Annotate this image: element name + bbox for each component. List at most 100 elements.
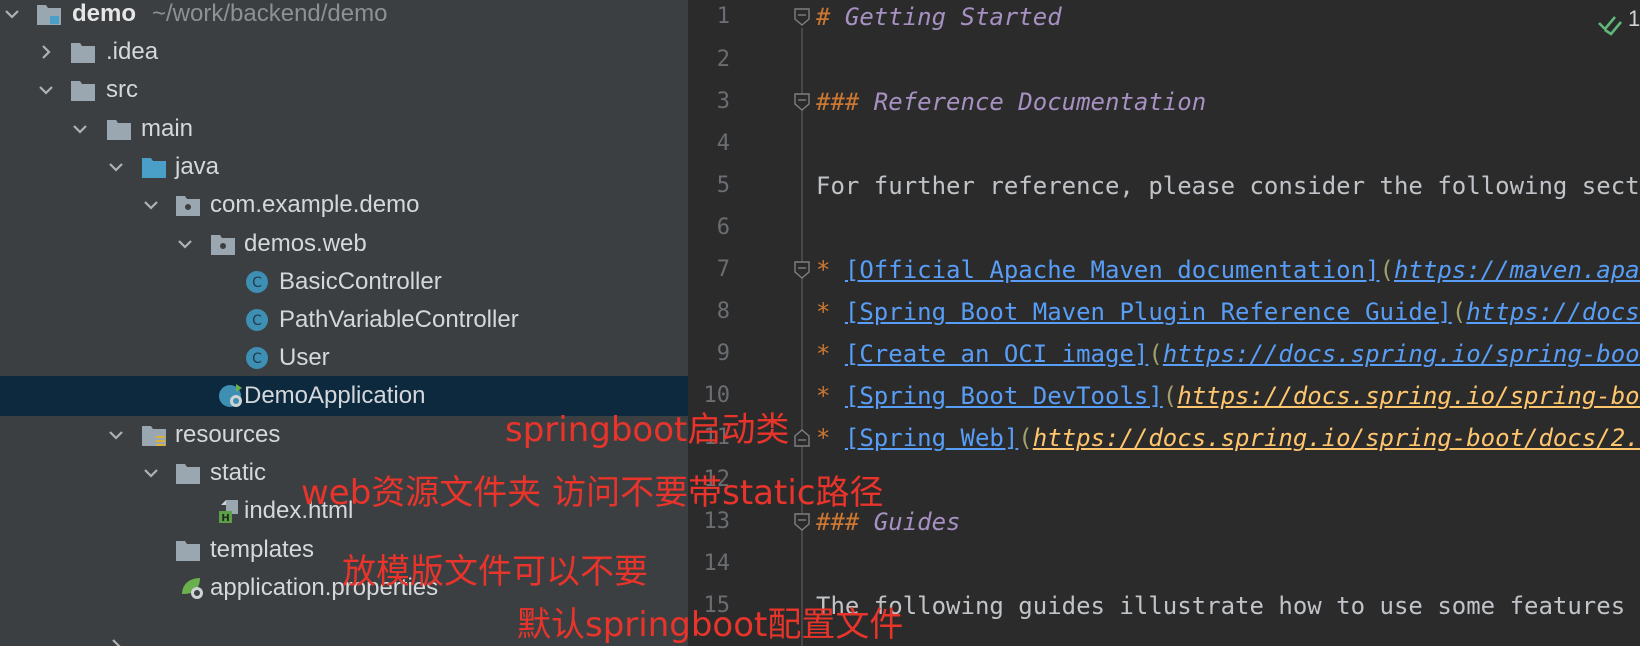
svg-text:C: C: [252, 275, 262, 291]
code-line-8: * [Spring Boot Maven Plugin Reference Gu…: [816, 297, 1640, 327]
tree-item-label: BasicController: [279, 268, 442, 295]
tree-row-class[interactable]: C BasicController: [0, 262, 688, 302]
tree-row-root[interactable]: demo ~/work/backend/demo: [0, 0, 688, 34]
annotation-config-file: 默认springboot配置文件: [517, 605, 904, 645]
line-number: 2: [716, 47, 730, 72]
chevron-right-icon[interactable]: [106, 636, 126, 646]
list-bullet: *: [816, 424, 831, 452]
inspection-count[interactable]: 1: [1628, 6, 1640, 32]
line-number: 1: [716, 4, 730, 29]
fold-toggle-icon[interactable]: [794, 93, 810, 111]
tree-item-label: resources: [175, 421, 281, 448]
chevron-down-icon[interactable]: [2, 4, 22, 24]
tree-item-label: java: [175, 153, 220, 180]
markdown-link-url[interactable]: https://docs.spring.io/spring-boot/docs/…: [1177, 382, 1640, 410]
chevron-down-icon[interactable]: [106, 425, 126, 445]
line-number: 8: [716, 299, 730, 324]
spring-config-icon: [182, 578, 203, 599]
class-icon: C: [246, 347, 268, 369]
tree-item-label: PathVariableController: [279, 306, 519, 333]
tree-row-java[interactable]: java: [0, 147, 688, 187]
markdown-link-text[interactable]: [Spring Boot Maven Plugin Reference Guid…: [845, 298, 1452, 326]
tree-item-label: src: [106, 76, 138, 103]
markdown-link-url[interactable]: https://docs.spring.io/spring-boot/docs/…: [1033, 424, 1640, 452]
tree-item-label: com.example.demo: [210, 191, 420, 218]
tree-item-label: static: [210, 459, 267, 486]
fold-toggle-icon[interactable]: [794, 8, 810, 26]
annotation-templates-folder: 放模版文件可以不要: [342, 552, 648, 592]
chevron-down-icon[interactable]: [141, 463, 161, 483]
source-folder-icon: [142, 158, 166, 178]
annotation-main-class: springboot启动类: [505, 410, 790, 450]
chevron-down-icon[interactable]: [141, 195, 161, 215]
list-bullet: *: [816, 340, 831, 368]
markdown-link-url[interactable]: https://docs.spring.io/spring-boot/docs/…: [1163, 340, 1640, 368]
folder-icon: [176, 464, 200, 484]
class-icon: C: [246, 309, 268, 331]
line-number: 4: [716, 131, 730, 156]
markdown-editor[interactable]: 1 2 3 4 5 6 7 8 9 10 11 12 13 14 15 # Ge…: [688, 0, 1640, 646]
markdown-heading-marker: ###: [816, 88, 860, 116]
tree-row-class[interactable]: C User: [0, 338, 688, 378]
list-bullet: *: [816, 256, 831, 284]
tree-row-main[interactable]: main: [0, 109, 688, 149]
chevron-down-icon[interactable]: [36, 80, 56, 100]
folder-icon: [71, 81, 95, 101]
markdown-paragraph: The following guides illustrate how to u…: [816, 592, 1640, 620]
html-file-icon: H: [219, 500, 238, 523]
line-number: 6: [716, 215, 730, 240]
markdown-heading-text: Reference Documentation: [859, 88, 1207, 116]
chevron-down-icon[interactable]: [106, 157, 126, 177]
project-tree-panel: demo ~/work/backend/demo .idea src main …: [0, 0, 688, 646]
svg-text:H: H: [221, 513, 229, 523]
resources-folder-icon: [142, 426, 166, 446]
line-number: 9: [716, 341, 730, 366]
tree-item-label: demos.web: [244, 230, 367, 257]
tree-row-package[interactable]: com.example.demo: [0, 185, 688, 225]
tree-item-label: templates: [210, 536, 315, 563]
markdown-link-text[interactable]: [Spring Web]: [845, 424, 1018, 452]
annotation-static-folder: web资源文件夹 访问不要带static路径: [301, 473, 884, 513]
line-number: 5: [716, 173, 730, 198]
list-bullet: *: [816, 382, 831, 410]
markdown-link-text[interactable]: [Official Apache Maven documentation]: [845, 256, 1380, 284]
svg-text:C: C: [252, 313, 262, 329]
code-line-15: The following guides illustrate how to u…: [816, 591, 1640, 621]
code-line-10: * [Spring Boot DevTools](https://docs.sp…: [816, 381, 1640, 411]
fold-toggle-icon[interactable]: [794, 429, 810, 447]
chevron-down-icon[interactable]: [175, 234, 195, 254]
tree-root-path: ~/work/backend/demo: [152, 0, 388, 27]
markdown-link-text[interactable]: [Spring Boot DevTools]: [845, 382, 1163, 410]
line-number: 3: [716, 89, 730, 114]
tree-item-label: DemoApplication: [244, 382, 426, 409]
fold-toggle-icon[interactable]: [794, 261, 810, 279]
tree-row-idea[interactable]: .idea: [0, 32, 688, 72]
code-line-5: For further reference, please consider t…: [816, 171, 1640, 201]
folder-icon: [176, 541, 200, 561]
fold-toggle-icon[interactable]: [794, 513, 810, 531]
double-check-icon[interactable]: [1597, 10, 1623, 36]
markdown-heading-text: Getting Started: [830, 3, 1062, 31]
paren: (: [1162, 382, 1178, 410]
markdown-paragraph: For further reference, please consider t…: [816, 172, 1640, 200]
tree-row-class[interactable]: C PathVariableController: [0, 300, 688, 340]
package-icon: [211, 235, 235, 255]
class-icon: C: [246, 271, 268, 293]
svg-text:C: C: [252, 351, 262, 367]
markdown-link-url[interactable]: https://maven.apache.org/guides/index.ht…: [1394, 256, 1640, 284]
tree-row-src[interactable]: src: [0, 70, 688, 110]
folder-icon: [107, 120, 131, 140]
spring-boot-class-icon: [219, 384, 242, 407]
paren: (: [1451, 298, 1467, 326]
tree-item-label: User: [279, 344, 330, 371]
list-bullet: *: [816, 298, 831, 326]
line-number: 10: [703, 383, 731, 408]
markdown-link-text[interactable]: [Create an OCI image]: [845, 340, 1148, 368]
chevron-down-icon[interactable]: [70, 119, 90, 139]
tree-row-subpackage[interactable]: demos.web: [0, 224, 688, 264]
fold-guide-line: [801, 28, 803, 646]
tree-item-label: .idea: [106, 38, 159, 65]
markdown-link-url[interactable]: https://docs.spring.io/spring-boot/docs/…: [1466, 298, 1640, 326]
chevron-right-icon[interactable]: [36, 42, 56, 62]
code-line-11: * [Spring Web](https://docs.spring.io/sp…: [816, 423, 1640, 453]
